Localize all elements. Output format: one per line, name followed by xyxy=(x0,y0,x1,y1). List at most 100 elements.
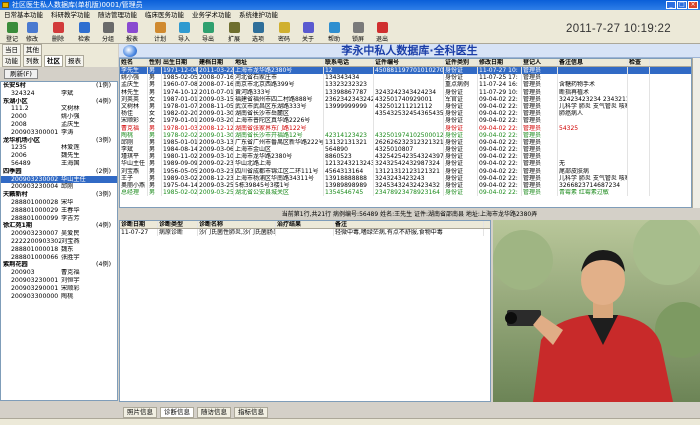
column-header[interactable]: 诊断类型 xyxy=(158,221,198,228)
toolbar-button-6[interactable]: 计划 xyxy=(150,22,170,44)
column-header[interactable]: 联系电话 xyxy=(324,59,374,66)
toolbar-button-0[interactable]: 登记 xyxy=(2,22,22,44)
table-row[interactable]: 王子男 1989-03-02 2008-12-23 上海市杨浦区华南路34311号 13… xyxy=(120,174,691,182)
column-header[interactable]: 证件编号 xyxy=(374,59,444,66)
toolbar-button-10[interactable]: 选项 xyxy=(248,22,268,44)
tree-item[interactable]: 288801000029 王春华 xyxy=(1,207,117,215)
column-header[interactable]: 建档日期 xyxy=(198,59,234,66)
toolbar-button-3[interactable]: 检索 xyxy=(74,22,94,44)
toolbar-button-12[interactable]: 关于 xyxy=(298,22,318,44)
tree-group[interactable]: 徐汇苑1期 (4例) xyxy=(1,222,117,230)
community-tree[interactable]: 长安5村 (1例) 324324 李斌 东湖小区 (4例) 111.2 文树林 2000 姚小强 2… xyxy=(0,81,118,401)
table-row[interactable]: 瑾琪平男 1980-11-02 2009-03-10 上海市龙华路2380号 88605… xyxy=(120,153,691,161)
tree-item[interactable]: 200903300000 陶桃 xyxy=(1,293,117,301)
tree-item[interactable]: 56489 王海国 xyxy=(1,160,117,168)
column-header[interactable]: 诊断日期 xyxy=(120,221,158,228)
table-row[interactable]: 杨佳女 1982-02-20 2009-01-30 湖南省长沙市岳麓区 43543253… xyxy=(120,110,691,118)
maximize-button[interactable]: □ xyxy=(677,1,687,9)
toolbar-button-2[interactable]: 删除 xyxy=(48,22,68,44)
patient-table[interactable]: 姓名 性别 出生日期 建档日期 地址 联系电话 证件编号 证件类别 修改日期 登记人 备注信息 检查李… xyxy=(119,58,692,208)
column-header[interactable]: 检查 xyxy=(628,59,650,66)
table-row[interactable]: 邱刚男 1985-01-01 2009-03-13 广东省广州市番禺区新华路222号 1… xyxy=(120,138,691,147)
toolbar-button-9[interactable]: 扩展 xyxy=(224,22,244,44)
table-row[interactable]: 文树林男 1978-01-07 2008-11-05 武汉市武昌区东湖路333号 139… xyxy=(120,102,691,111)
menu-item-1[interactable]: 科研教学功能 xyxy=(51,10,90,20)
tree-group[interactable]: 龙华机场小区 (3例) xyxy=(1,137,117,145)
tree-item[interactable]: 200903300001 李涛 xyxy=(1,129,117,137)
tree-group[interactable]: 紫荆花园 (4例) xyxy=(1,261,117,269)
column-header[interactable]: 登记人 xyxy=(522,59,558,66)
column-header[interactable]: 修改日期 xyxy=(478,59,522,66)
menu-item-4[interactable]: 业务学术功能 xyxy=(192,10,231,20)
detail-tab-3[interactable]: 指标信息 xyxy=(234,407,268,418)
tree-item[interactable]: 200903290001 宋顺彩 xyxy=(1,285,117,293)
table-row[interactable]: 刘英英女 1987-01-01 2009-03-15 福建省福州市四二村路888号 23… xyxy=(120,95,691,103)
tree-item[interactable]: 22222009033023001刘宝燕 xyxy=(1,238,117,246)
tab-mid-3[interactable]: 报表 xyxy=(65,55,84,67)
table-row[interactable]: 李先生男 1971-12-04 2011-03-22 上海市龙华路2380号 12 450… xyxy=(120,67,691,75)
detail-tab-0[interactable]: 照片信息 xyxy=(123,407,157,418)
table-row[interactable]: 曹克福男 1978-01-03 2008-12-12 湖南省张家界东门路122号 身份证… xyxy=(120,124,691,132)
tree-item[interactable]: 200903230002 华山主任 xyxy=(1,175,117,184)
toolbar-button-4[interactable]: 分组 xyxy=(98,22,118,44)
column-header[interactable]: 性别 xyxy=(148,59,162,66)
diagnosis-table[interactable]: 诊断日期 诊断类型 诊断名称 治疗结果 备注 11-07-27 病原诊断 沙门氏菌性肺炎,沙门… xyxy=(119,220,491,402)
toolbar-button-5[interactable]: 报表 xyxy=(122,22,142,44)
toolbar-button-7[interactable]: 导入 xyxy=(174,22,194,44)
table-row[interactable]: 姚小强男 1985-02-05 2008-07-16 河北省石家庄市 134343434… xyxy=(120,74,691,82)
table-row[interactable]: 宋顺彩女 1979-01-01 2009-03-20 上海市普陀区真华路2226号 身份… xyxy=(120,117,691,125)
toolbar-button-11[interactable]: 密码 xyxy=(274,22,294,44)
tree-group[interactable]: 天籁新村 (3例) xyxy=(1,191,117,199)
table-row[interactable]: 总经理男 1985-02-02 2009-03-25 湖北省公安县城关区 1354546… xyxy=(120,189,691,197)
tree-item[interactable]: 200903230004 邱刚 xyxy=(1,183,117,191)
diagnosis-row[interactable]: 11-07-27 病原诊断 沙门氏菌性肺炎,沙门氏菌肠炎 轻微中毒,嗜绿茫病,有点不舒… xyxy=(120,229,490,237)
toolbar-button-8[interactable]: 导出 xyxy=(198,22,218,44)
tab-mid-2[interactable]: 社区 xyxy=(44,55,63,67)
column-header[interactable]: 证件类别 xyxy=(444,59,478,66)
tree-item[interactable]: 1235 林爱莲 xyxy=(1,144,117,152)
column-header[interactable]: 治疗结果 xyxy=(276,221,334,228)
tree-item[interactable]: 200903 曹克福 xyxy=(1,269,117,277)
close-button[interactable]: × xyxy=(688,1,698,9)
tree-item[interactable]: 288801000018 魏东 xyxy=(1,246,117,254)
column-header[interactable]: 姓名 xyxy=(120,59,148,66)
column-header[interactable]: 地址 xyxy=(234,59,324,66)
menu-item-2[interactable]: 随访管理功能 xyxy=(98,10,137,20)
column-header[interactable]: 诊断名称 xyxy=(198,221,276,228)
tree-group[interactable]: 长安5村 (1例) xyxy=(1,82,117,90)
table-row[interactable]: 刘宝燕男 1956-05-05 2009-03-23 四川省成都市锦江区二环111号 4… xyxy=(120,167,691,175)
column-header[interactable]: 备注信息 xyxy=(558,59,628,66)
detail-tab-2[interactable]: 随访信息 xyxy=(197,407,231,418)
tree-item[interactable]: 2006 魏先生 xyxy=(1,152,117,160)
table-row[interactable]: 奥丽小燕男 1975-04-14 2009-03-25 5栋39845号3楼1号 139… xyxy=(120,182,691,190)
tab-mid-0[interactable]: 功能 xyxy=(2,55,21,67)
minimize-button[interactable]: _ xyxy=(666,1,676,9)
refresh-button[interactable]: 刷新(F) xyxy=(4,69,38,79)
tree-group[interactable]: 四季园 (2例) xyxy=(1,168,117,176)
tree-item[interactable]: 200903230001 刘恒宇 xyxy=(1,277,117,285)
tab-mid-1[interactable]: 列数 xyxy=(23,55,42,67)
tree-item[interactable]: 288801000028 宋华 xyxy=(1,199,117,207)
toolbar-button-14[interactable]: 锁屏 xyxy=(348,22,368,44)
menu-item-5[interactable]: 系统维护功能 xyxy=(239,10,278,20)
table-row[interactable]: 陶桃男 1978-02-02 2009-01-30 湖南省长沙市开福路12号 42314… xyxy=(120,131,691,139)
toolbar-button-1[interactable]: 修改 xyxy=(22,22,42,44)
table-row[interactable]: 华山主任男 1989-09-09 2009-02-23 华山北路上海 121324321… xyxy=(120,160,691,168)
tree-item[interactable]: 2008 孟庆生 xyxy=(1,121,117,129)
toolbar-button-15[interactable]: 退出 xyxy=(372,22,392,44)
toolbar-button-13[interactable]: 帮助 xyxy=(324,22,344,44)
menu-item-3[interactable]: 临床医务功能 xyxy=(145,10,184,20)
table-scrollbar[interactable] xyxy=(692,58,700,208)
menu-item-0[interactable]: 日常基本功能 xyxy=(4,10,43,20)
table-row[interactable]: 林先生男 1974-10-12 2010-07-01 黄河路333号 133988677… xyxy=(120,88,691,96)
tree-item[interactable]: 2000 姚小强 xyxy=(1,113,117,121)
column-header[interactable]: 出生日期 xyxy=(162,59,198,66)
tree-item[interactable]: 111.2 文树林 xyxy=(1,105,117,113)
tree-item[interactable]: 324324 李斌 xyxy=(1,90,117,98)
column-header[interactable]: 备注 xyxy=(334,221,484,228)
tree-group[interactable]: 东湖小区 (4例) xyxy=(1,98,117,106)
table-row[interactable]: 孟庆生男 1960-07-08 2008-07-16 南京市北京西路399号 13323… xyxy=(120,81,691,89)
tree-item[interactable]: 200903230007 吴爱民 xyxy=(1,230,117,238)
table-row[interactable]: 李斌男 1984-08-14 2009-03-06 上海市金山区 564890 43250… xyxy=(120,146,691,154)
detail-tab-1[interactable]: 诊断信息 xyxy=(160,407,194,418)
